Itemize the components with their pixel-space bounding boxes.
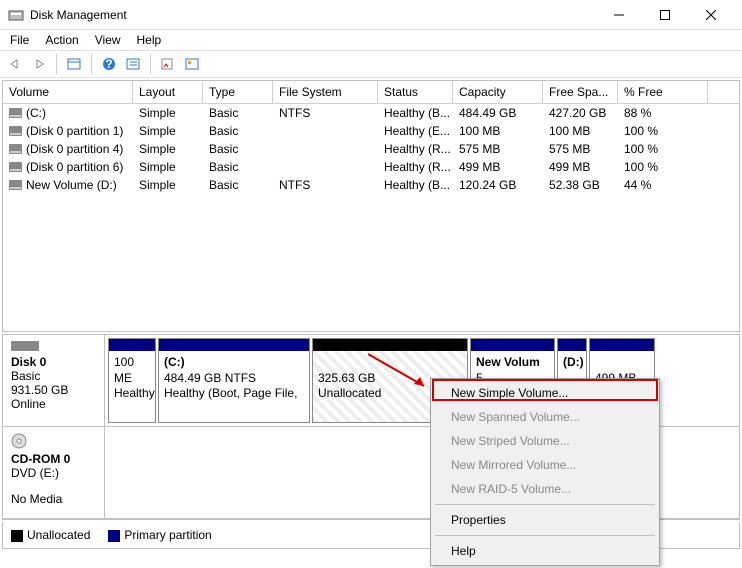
- drive-icon: [9, 162, 22, 172]
- maximize-button[interactable]: [642, 0, 688, 30]
- menu-new-simple-volume[interactable]: New Simple Volume...: [433, 381, 657, 405]
- forward-button[interactable]: [28, 53, 50, 75]
- cdrom-drive: DVD (E:): [11, 466, 59, 480]
- menu-new-mirrored-volume: New Mirrored Volume...: [433, 453, 657, 477]
- minimize-button[interactable]: [596, 0, 642, 30]
- list-view-icon[interactable]: [63, 53, 85, 75]
- menu-view[interactable]: View: [87, 31, 129, 49]
- close-button[interactable]: [688, 0, 734, 30]
- partition-efi[interactable]: 100 MEHealthy: [108, 338, 156, 423]
- legend-unallocated: Unallocated: [11, 528, 90, 542]
- header-percent[interactable]: % Free: [618, 81, 708, 103]
- disk-icon: [11, 341, 39, 351]
- details-icon[interactable]: [122, 53, 144, 75]
- menu-properties[interactable]: Properties: [433, 508, 657, 532]
- header-type[interactable]: Type: [203, 81, 273, 103]
- volume-row[interactable]: (Disk 0 partition 6)SimpleBasicHealthy (…: [3, 158, 739, 176]
- disk-0-label[interactable]: Disk 0 Basic 931.50 GB Online: [3, 335, 105, 426]
- volume-list: Volume Layout Type File System Status Ca…: [2, 80, 740, 332]
- header-free[interactable]: Free Spa...: [543, 81, 618, 103]
- menu-new-striped-volume: New Striped Volume...: [433, 429, 657, 453]
- titlebar: Disk Management: [0, 0, 742, 30]
- legend-primary: Primary partition: [108, 528, 211, 542]
- drive-icon: [9, 126, 22, 136]
- header-filesystem[interactable]: File System: [273, 81, 378, 103]
- menu-help[interactable]: Help: [433, 539, 657, 563]
- menubar: File Action View Help: [0, 30, 742, 50]
- cdrom-icon: [11, 433, 31, 449]
- volume-row[interactable]: (Disk 0 partition 1)SimpleBasicHealthy (…: [3, 122, 739, 140]
- properties-icon[interactable]: [181, 53, 203, 75]
- menu-action[interactable]: Action: [37, 31, 86, 49]
- disk-name: Disk 0: [11, 355, 46, 369]
- menu-file[interactable]: File: [2, 31, 37, 49]
- drive-icon: [9, 108, 22, 118]
- partition-c[interactable]: (C:)484.49 GB NTFSHealthy (Boot, Page Fi…: [158, 338, 310, 423]
- drive-icon: [9, 180, 22, 190]
- volume-row[interactable]: New Volume (D:)SimpleBasicNTFSHealthy (B…: [3, 176, 739, 194]
- menu-new-raid5-volume: New RAID-5 Volume...: [433, 477, 657, 501]
- cdrom-label[interactable]: CD-ROM 0 DVD (E:) No Media: [3, 427, 105, 518]
- cdrom-name: CD-ROM 0: [11, 452, 70, 466]
- help-icon[interactable]: ?: [98, 53, 120, 75]
- window-title: Disk Management: [30, 8, 596, 22]
- volume-row[interactable]: (C:)SimpleBasicNTFSHealthy (B...484.49 G…: [3, 104, 739, 122]
- svg-text:?: ?: [105, 57, 112, 71]
- header-volume[interactable]: Volume: [3, 81, 133, 103]
- menu-new-spanned-volume: New Spanned Volume...: [433, 405, 657, 429]
- toolbar: ?: [0, 50, 742, 78]
- menu-help[interactable]: Help: [129, 31, 170, 49]
- header-layout[interactable]: Layout: [133, 81, 203, 103]
- volume-row[interactable]: (Disk 0 partition 4)SimpleBasicHealthy (…: [3, 140, 739, 158]
- cdrom-media: No Media: [11, 492, 62, 506]
- refresh-icon[interactable]: [157, 53, 179, 75]
- header-capacity[interactable]: Capacity: [453, 81, 543, 103]
- back-button[interactable]: [4, 53, 26, 75]
- disk-kind: Basic: [11, 369, 40, 383]
- disk-size: 931.50 GB: [11, 383, 68, 397]
- app-icon: [8, 7, 24, 23]
- column-headers: Volume Layout Type File System Status Ca…: [3, 81, 739, 104]
- header-status[interactable]: Status: [378, 81, 453, 103]
- drive-icon: [9, 144, 22, 154]
- context-menu: New Simple Volume... New Spanned Volume.…: [430, 378, 660, 566]
- disk-state: Online: [11, 397, 46, 411]
